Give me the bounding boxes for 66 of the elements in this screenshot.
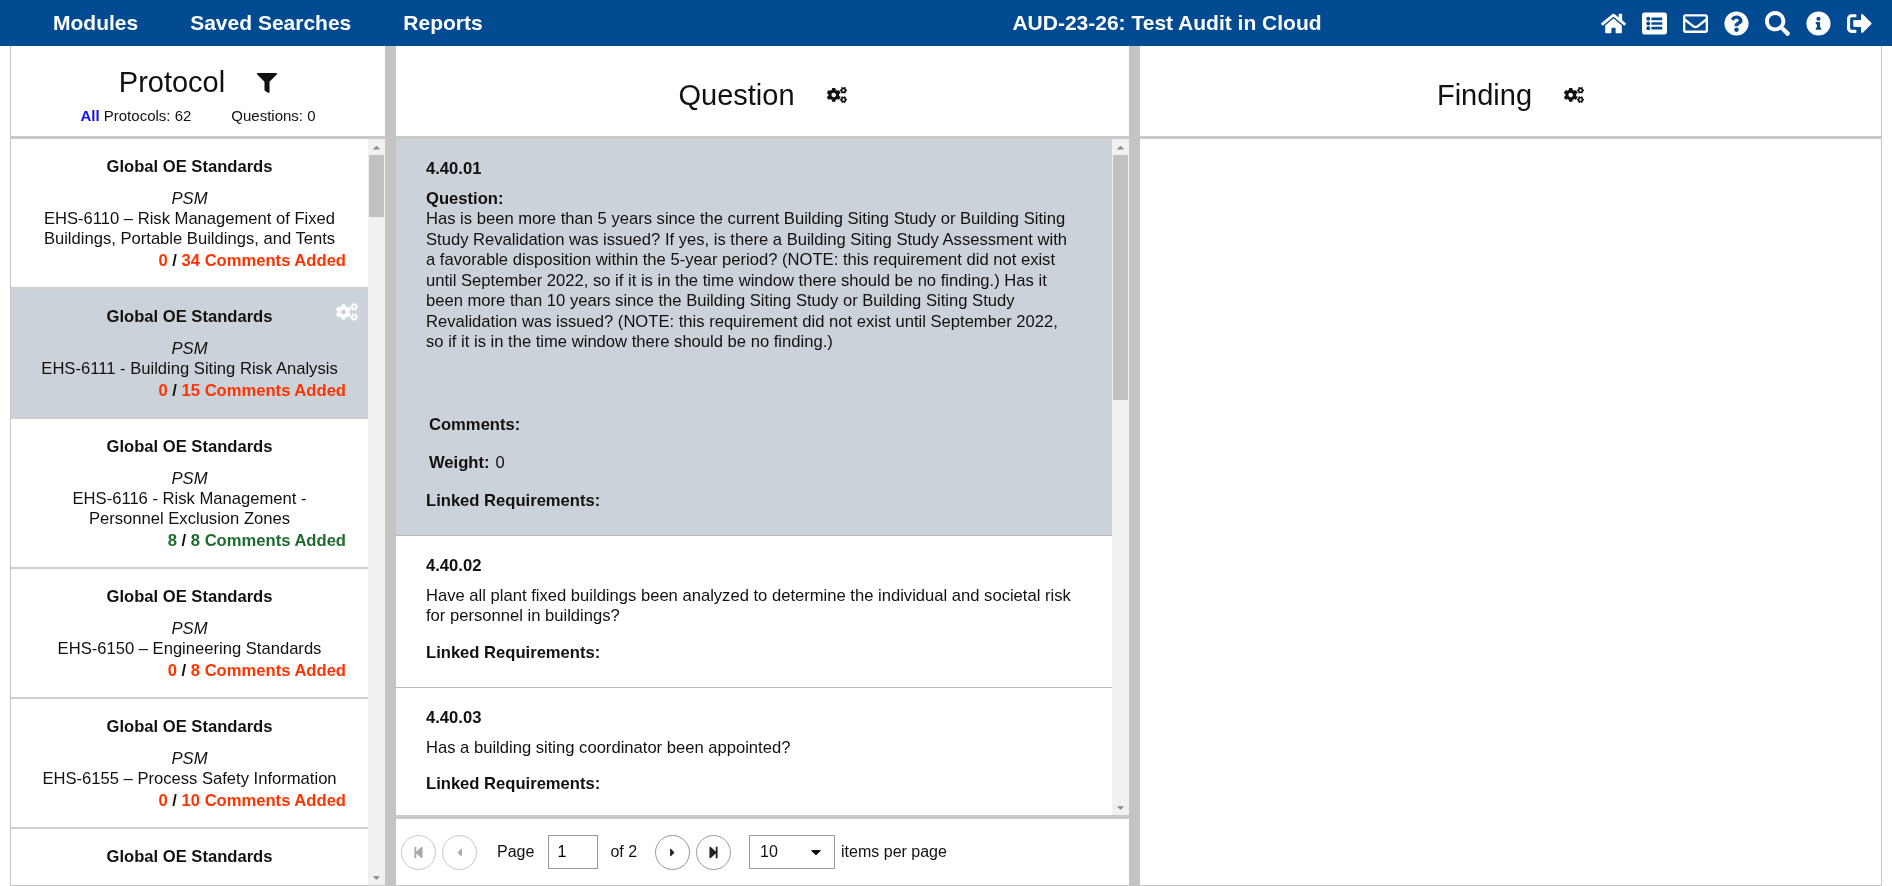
- panel-title: Protocol: [118, 66, 226, 99]
- question-number: 4.40.03: [426, 707, 483, 728]
- weight-value: 0: [495, 452, 505, 473]
- filter-icon[interactable]: [257, 72, 278, 93]
- panel-title: Finding: [1436, 78, 1533, 112]
- scrollbar[interactable]: [1112, 139, 1129, 815]
- protocol-name: EHS-6111 - Building Siting Risk Analysis: [40, 359, 339, 379]
- question-text: Has is been more than 5 years since the current Building Siting Study or Building Siting Study Revalidation was issued? If yes, is there a Building Siting Study Assessment with a favorable disposition within the 5-year period? (NOTE: this requirement did not exist until September 2022, so if it is in the time window there should be no finding.) Has it been more than 10 years since the Building Siting Study or Building Siting Study Revalidation was issued? (NOTE: this requirement did not exist until September 2022, so if it is in the time window there should be no finding.): [426, 209, 1069, 353]
- search-icon[interactable]: [1765, 10, 1790, 36]
- page-input[interactable]: 1: [548, 835, 599, 869]
- scrollbar-thumb[interactable]: [369, 155, 384, 217]
- panel-title: Question: [678, 78, 795, 112]
- linked-requirements-label: Linked Requirements:: [426, 642, 602, 663]
- protocol-group: Global OE Standards: [33, 307, 346, 327]
- gears-icon[interactable]: [826, 85, 847, 105]
- items-per-page-select[interactable]: 10: [749, 835, 836, 869]
- protocol-name: EHS-6110 – Risk Management of Fixed Buildings, Portable Buildings, and Tents: [42, 209, 337, 249]
- page-total: of 2: [610, 843, 638, 861]
- question-number: 4.40.02: [426, 555, 483, 576]
- protocol-name: EHS-6116 - Risk Management - Personnel Exclusion Zones: [71, 489, 308, 529]
- question-text: Have all plant fixed buildings been analyzed to determine the individual and societal risk for personnel in buildings?: [426, 585, 1072, 627]
- protocol-name: EHS-6150 – Engineering Standards: [56, 639, 323, 659]
- comments-count: 0 / 15 Comments Added: [157, 381, 346, 401]
- questions-count: Questions: 0: [231, 107, 316, 124]
- linked-requirements-label: Linked Requirements:: [426, 490, 602, 511]
- gears-icon[interactable]: [1564, 85, 1585, 105]
- page-label: Page: [497, 843, 535, 861]
- protocol-group: Global OE Standards: [33, 157, 346, 177]
- all-filter-link[interactable]: All: [80, 107, 100, 124]
- menu-link[interactable]: Modules: [53, 11, 139, 35]
- scrollbar-thumb[interactable]: [1113, 155, 1128, 400]
- items-per-page-label: items per page: [841, 843, 947, 861]
- scrollbar[interactable]: [368, 139, 385, 885]
- protocol-category: PSM: [170, 469, 209, 489]
- question-label: Question:: [426, 189, 505, 209]
- protocol-item[interactable]: Global OE Standards PSM EHS-6111 - Building Siting Risk Analysis 0 / 15 Comments Added: [11, 289, 368, 419]
- question-text: Has a building siting coordinator been appointed?: [426, 737, 792, 758]
- question-item[interactable]: [396, 139, 1112, 536]
- last-page-icon: [707, 845, 721, 859]
- info-icon[interactable]: [1806, 10, 1831, 36]
- protocol-group: Global OE Standards: [33, 587, 346, 607]
- first-page-icon: [412, 845, 425, 859]
- protocol-group: Global OE Standards: [33, 717, 346, 737]
- comments-count: 0 / 8 Comments Added: [166, 661, 346, 681]
- protocol-group: Global OE Standards: [33, 437, 346, 457]
- comments-label: Comments:: [428, 414, 522, 435]
- protocol-category: PSM: [170, 339, 209, 359]
- list-icon[interactable]: [1642, 10, 1667, 36]
- comments-count: 0 / 10 Comments Added: [157, 791, 346, 811]
- protocol-group: Global OE Standards: [33, 847, 346, 867]
- weight-label: Weight:: [429, 452, 490, 473]
- last-page-button[interactable]: [696, 834, 732, 870]
- help-icon[interactable]: [1724, 10, 1749, 36]
- protocol-name: EHS-6155 – Process Safety Information: [41, 769, 338, 789]
- menu-link[interactable]: Saved Searches: [190, 11, 352, 35]
- protocol-category: PSM: [170, 189, 209, 209]
- next-page-button[interactable]: [655, 834, 691, 870]
- audit-title: AUD-23-26: Test Audit in Cloud: [1011, 11, 1323, 35]
- question-number: 4.40.01: [426, 159, 483, 179]
- protocols-count: Protocols: 62: [103, 107, 192, 124]
- comments-count: 8 / 8 Comments Added: [166, 531, 346, 551]
- linked-requirements-label: Linked Requirements:: [426, 774, 602, 794]
- comments-count: 0 / 34 Comments Added: [157, 251, 346, 271]
- protocol-category: PSM: [170, 749, 209, 769]
- menu-link[interactable]: Reports: [403, 11, 483, 35]
- protocol-category: PSM: [170, 619, 209, 639]
